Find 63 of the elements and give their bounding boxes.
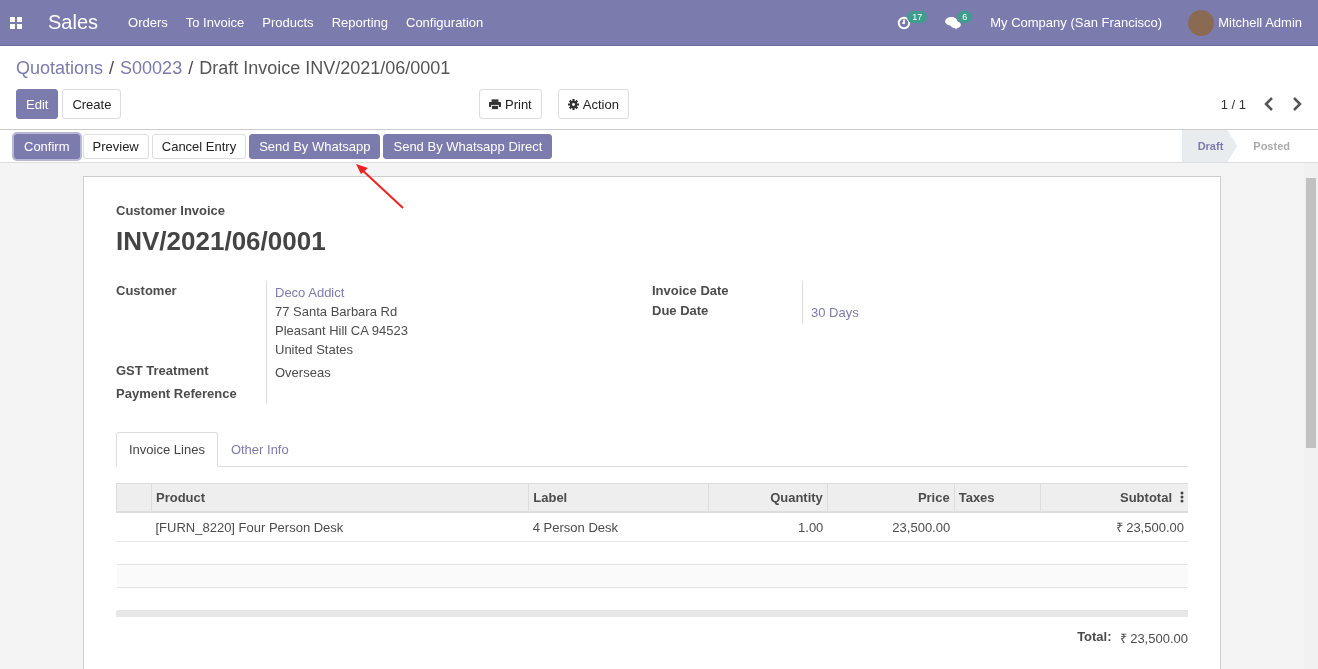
menu-item[interactable]: Products xyxy=(262,15,314,30)
column-header[interactable]: Quantity xyxy=(708,483,828,512)
control-button[interactable]: Create xyxy=(62,89,122,119)
printer-icon xyxy=(489,98,501,110)
previous-icon[interactable] xyxy=(1264,97,1274,111)
table-cell: [FURN_8220] Four Person Desk xyxy=(151,512,529,542)
header-button[interactable]: Send By Whatsapp Direct xyxy=(383,133,553,159)
menu-item[interactable]: Configuration xyxy=(406,15,484,30)
document-type: Customer Invoice xyxy=(116,203,227,218)
activity-count-badge: 17 xyxy=(907,10,928,23)
menu-item[interactable]: To Invoice xyxy=(185,15,245,30)
field-label: Invoice Date xyxy=(652,282,730,300)
breadcrumb-link[interactable]: Quotations xyxy=(16,58,104,79)
field-value: Overseas xyxy=(275,364,331,382)
header-button[interactable]: Preview xyxy=(82,133,149,159)
breadcrumb-current: Draft Invoice INV/2021/06/0001 xyxy=(199,58,451,79)
control-button[interactable]: Edit xyxy=(16,89,59,119)
table-cell: 23,500.00 xyxy=(827,512,955,542)
field-link[interactable]: 30 Days xyxy=(811,303,859,322)
header-button[interactable]: Send By Whatsapp xyxy=(249,133,381,159)
gear-icon xyxy=(567,98,579,110)
header-button[interactable]: Confirm xyxy=(14,133,80,159)
apps-grid-icon[interactable] xyxy=(10,16,22,29)
pager-counter: 1 / 1 xyxy=(1220,96,1246,112)
status-stage[interactable]: Draft xyxy=(1181,130,1238,162)
annotation-arrow xyxy=(356,164,406,210)
table-cell: ₹ 23,500.00 xyxy=(1040,512,1188,542)
company-switcher[interactable]: My Company (San Francisco) xyxy=(990,15,1163,30)
kebab-menu-icon[interactable] xyxy=(1180,491,1184,503)
message-count-badge: 6 xyxy=(957,10,973,23)
action-button[interactable]: Action xyxy=(557,89,629,119)
menu-item[interactable]: Reporting xyxy=(331,15,388,30)
notebook-tab[interactable]: Other Info xyxy=(217,432,302,467)
field-value: United States xyxy=(275,341,355,359)
field-value: 77 Santa Barbara Rd xyxy=(275,303,399,321)
clock-icon[interactable] xyxy=(897,15,912,30)
field-label: Payment Reference xyxy=(116,385,238,403)
breadcrumb-separator: / xyxy=(188,58,194,79)
total-amount: ₹ 23,500.00 xyxy=(1119,630,1188,647)
field-label: Due Date xyxy=(652,302,710,320)
total-label: Total: xyxy=(1077,629,1112,646)
column-header[interactable]: Price xyxy=(827,483,955,512)
field-label: Customer xyxy=(116,282,178,300)
status-stage[interactable]: Posted xyxy=(1237,130,1304,162)
notebook-tab[interactable]: Invoice Lines xyxy=(116,432,218,467)
field-value: Pleasant Hill CA 94523 xyxy=(275,322,408,340)
table-cell: 4 Person Desk xyxy=(528,512,709,542)
column-header[interactable]: Product xyxy=(151,483,529,512)
header-button[interactable]: Cancel Entry xyxy=(151,133,247,159)
breadcrumb-link[interactable]: S00023 xyxy=(120,58,183,79)
print-button[interactable]: Print xyxy=(479,89,542,119)
user-menu[interactable]: Mitchell Admin xyxy=(1218,15,1302,30)
column-header[interactable]: Label xyxy=(528,483,709,512)
invoice-number: INV/2021/06/0001 xyxy=(116,226,327,257)
field-label: GST Treatment xyxy=(116,362,210,380)
breadcrumb-separator: / xyxy=(109,58,115,79)
next-icon[interactable] xyxy=(1292,97,1302,111)
app-title[interactable]: Sales xyxy=(48,11,99,34)
field-link[interactable]: Deco Addict xyxy=(275,283,408,302)
column-header[interactable]: Taxes xyxy=(954,483,1041,512)
menu-item[interactable]: Orders xyxy=(128,15,168,30)
column-header[interactable]: Subtotal xyxy=(1040,483,1188,512)
table-cell: 1.00 xyxy=(708,512,828,542)
